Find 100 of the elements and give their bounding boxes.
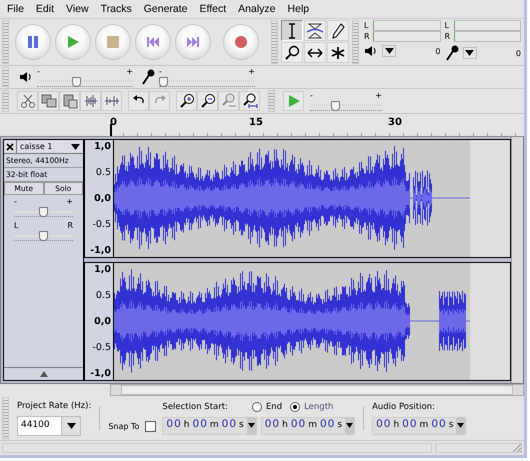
ruler-label: 15 bbox=[249, 117, 263, 128]
slider-thumb[interactable] bbox=[39, 207, 48, 217]
caret-icon bbox=[465, 50, 474, 56]
level-meter bbox=[454, 20, 521, 30]
project-rate-label: Project Rate (Hz): bbox=[17, 400, 92, 410]
cut-button[interactable] bbox=[17, 91, 38, 111]
menu-item[interactable]: Help bbox=[288, 3, 310, 15]
copy-icon bbox=[40, 93, 56, 109]
undo-button[interactable] bbox=[128, 91, 149, 111]
silence-button[interactable] bbox=[101, 91, 122, 111]
trim-button[interactable] bbox=[80, 91, 101, 111]
paste-button[interactable] bbox=[59, 91, 80, 111]
toolbar-grip[interactable] bbox=[271, 20, 278, 64]
toolbar-grip[interactable] bbox=[2, 90, 9, 112]
select-tool[interactable] bbox=[281, 20, 303, 41]
amplitude-label: 0,0 bbox=[94, 193, 111, 205]
channel-label: L bbox=[444, 20, 450, 30]
scrollbar-thumb[interactable] bbox=[121, 385, 513, 395]
slider-min-label: - bbox=[14, 198, 17, 206]
asterisk-icon bbox=[331, 46, 345, 60]
ruler-label: 30 bbox=[388, 117, 402, 128]
zoom-tool[interactable] bbox=[281, 42, 303, 63]
level-meter bbox=[373, 30, 440, 42]
zoom-out-button[interactable] bbox=[197, 91, 218, 111]
toolbar-grip[interactable] bbox=[2, 20, 9, 64]
time-field[interactable]: 00 h 00 m 00 s bbox=[162, 416, 257, 434]
slider-thumb[interactable] bbox=[159, 76, 168, 86]
end-button[interactable] bbox=[175, 24, 211, 60]
caret-icon bbox=[248, 423, 255, 428]
slider-max-label: + bbox=[248, 68, 255, 76]
mode-radio[interactable]: End bbox=[252, 402, 282, 412]
toolbar-grip[interactable] bbox=[2, 67, 9, 87]
collapse-button[interactable] bbox=[4, 367, 83, 380]
toolbar-grip[interactable] bbox=[2, 397, 9, 439]
meter-scale-value: 0 bbox=[516, 48, 521, 58]
menu-item[interactable]: Analyze bbox=[238, 3, 276, 15]
start-button[interactable] bbox=[135, 24, 171, 60]
envelope-tool[interactable] bbox=[304, 20, 326, 41]
caret-icon bbox=[71, 144, 80, 150]
amplitude-label: 0.5 bbox=[96, 167, 111, 179]
amplitude-label: 1,0 bbox=[94, 141, 111, 153]
fit-project-button[interactable] bbox=[239, 91, 260, 111]
play-button[interactable] bbox=[55, 24, 91, 60]
play-cursor bbox=[110, 124, 112, 136]
toolbar-grip[interactable] bbox=[268, 90, 275, 112]
menu-item[interactable]: File bbox=[7, 3, 24, 15]
close-button[interactable] bbox=[4, 140, 17, 153]
dropdown-button[interactable] bbox=[462, 47, 476, 59]
snap-checkbox[interactable] bbox=[145, 420, 156, 432]
stop-icon bbox=[106, 35, 120, 49]
caret-icon bbox=[457, 423, 464, 428]
project-rate-combo[interactable]: 44100 bbox=[17, 416, 81, 436]
pencil-icon bbox=[331, 22, 345, 38]
resize-grip-icon[interactable] bbox=[510, 441, 522, 453]
amplitude-label: 1,0 bbox=[94, 264, 111, 276]
menu-item[interactable]: Effect bbox=[200, 3, 226, 15]
menu-item[interactable]: Generate bbox=[144, 3, 188, 15]
zoom-in-icon bbox=[178, 93, 194, 109]
speaker-icon bbox=[364, 45, 378, 57]
silence-icon bbox=[104, 93, 120, 109]
paste-icon bbox=[62, 93, 78, 109]
channel-label: R bbox=[444, 32, 452, 40]
vertical-scrollbar[interactable] bbox=[511, 137, 523, 383]
amplitude-label: -0.5 bbox=[92, 219, 111, 231]
slider-thumb[interactable] bbox=[330, 100, 340, 110]
time-field[interactable]: 00 h 00 m 00 s bbox=[260, 416, 356, 434]
scissors-icon bbox=[20, 93, 36, 109]
snap-to-label: Snap To bbox=[108, 422, 140, 430]
toolbar-grip[interactable] bbox=[352, 20, 359, 64]
slider-thumb[interactable] bbox=[72, 76, 81, 86]
menu-item[interactable]: Tracks bbox=[100, 3, 132, 15]
multi-tool[interactable] bbox=[327, 42, 349, 63]
track-name-menu[interactable]: caisse 1 bbox=[17, 140, 83, 153]
dropdown-button[interactable] bbox=[382, 45, 396, 57]
i-beam-icon bbox=[288, 22, 296, 38]
timeshift-tool[interactable] bbox=[304, 42, 326, 63]
level-meter bbox=[454, 30, 521, 42]
play-at-speed-button[interactable] bbox=[283, 91, 304, 111]
slider-max-label: + bbox=[375, 92, 382, 100]
menu-item[interactable]: View bbox=[66, 3, 89, 15]
double-arrow-icon bbox=[306, 46, 324, 58]
slider-thumb[interactable] bbox=[39, 231, 48, 241]
level-meter bbox=[373, 20, 440, 30]
play-icon bbox=[286, 94, 300, 108]
copy-button[interactable] bbox=[38, 91, 59, 111]
draw-tool[interactable] bbox=[327, 20, 349, 41]
horizontal-scrollbar[interactable] bbox=[110, 384, 524, 396]
record-button[interactable] bbox=[223, 24, 259, 60]
audio-position-label: Audio Position: bbox=[372, 402, 436, 412]
slider-max-label: + bbox=[66, 198, 73, 206]
amplitude-label: 0,0 bbox=[94, 316, 111, 328]
time-field[interactable]: 00 h 00 m 00 s bbox=[372, 416, 466, 434]
mode-radio[interactable]: Length bbox=[290, 402, 334, 412]
pause-button[interactable] bbox=[15, 24, 51, 60]
amplitude-label: -1,0 bbox=[90, 368, 111, 380]
selection-start-label: Selection Start: bbox=[162, 402, 228, 412]
slider-min-label: - bbox=[310, 92, 313, 100]
menu-item[interactable]: Edit bbox=[36, 3, 54, 15]
magnifier-icon bbox=[220, 93, 236, 109]
zoom-in-button[interactable] bbox=[176, 91, 197, 111]
